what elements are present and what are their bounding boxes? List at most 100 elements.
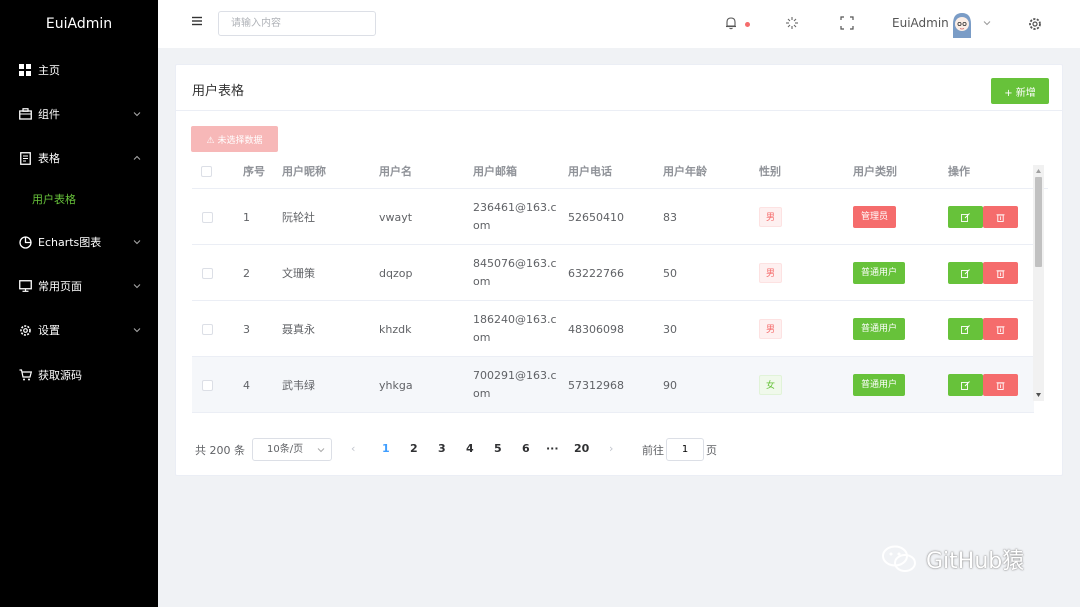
chevron-down-icon[interactable] [982, 18, 992, 28]
prev-page-icon[interactable]: ‹ [351, 442, 355, 455]
select-all-checkbox[interactable] [201, 166, 212, 177]
cell-phone: 63222766 [568, 266, 624, 280]
page-number[interactable]: 4 [466, 442, 474, 455]
batch-delete-button[interactable]: ⚠ 未选择数据 [191, 126, 278, 152]
delete-button[interactable] [983, 374, 1018, 396]
delete-button[interactable] [983, 206, 1018, 228]
col-header[interactable]: 用户电话 [568, 155, 612, 189]
top-header: EuiAdmin [158, 0, 1080, 48]
add-button[interactable]: + 新增 [991, 78, 1049, 104]
col-header[interactable]: 用户昵称 [282, 155, 326, 189]
cell-phone: 48306098 [568, 322, 624, 336]
search-input[interactable] [218, 11, 376, 36]
edit-button[interactable] [948, 262, 983, 284]
delete-button[interactable] [983, 318, 1018, 340]
notification-dot [745, 22, 750, 27]
theme-icon[interactable] [785, 16, 799, 30]
goto-page-input[interactable] [666, 438, 704, 461]
table-row[interactable]: 2 文珊策 dqzop 845076@163.com 63222766 50 男… [192, 245, 1034, 301]
user-type-button[interactable]: 普通用户 [853, 374, 906, 396]
next-page-icon[interactable]: › [609, 442, 613, 455]
scrollbar-thumb[interactable] [1035, 177, 1042, 267]
table-row[interactable]: 3 聂真永 khzdk 186240@163.com 48306098 30 男… [192, 301, 1034, 357]
avatar[interactable] [950, 10, 974, 40]
edit-icon [961, 212, 970, 222]
cell-age: 50 [663, 266, 677, 280]
sidebar-item-common-pages[interactable]: 常用页面 [0, 264, 158, 308]
username[interactable]: EuiAdmin [892, 16, 949, 30]
page-number[interactable]: 3 [438, 442, 446, 455]
hamburger-menu-icon[interactable] [192, 16, 202, 26]
cell-phone: 52650410 [568, 210, 624, 224]
chevron-down-icon [133, 284, 141, 289]
delete-button[interactable] [983, 262, 1018, 284]
col-header[interactable]: 用户类别 [853, 155, 897, 189]
sidebar-item-label: 表格 [38, 152, 60, 165]
row-checkbox[interactable] [202, 267, 213, 279]
user-table: 序号 用户昵称 用户名 用户邮箱 用户电话 用户年龄 性别 用户类别 操作 1 … [192, 155, 1048, 427]
total-count: 共 200 条 [195, 444, 245, 457]
user-type-button[interactable]: 普通用户 [853, 262, 906, 284]
cell-no: 4 [243, 378, 250, 392]
row-checkbox[interactable] [202, 323, 213, 335]
edit-button[interactable] [948, 318, 983, 340]
sidebar-item-tables[interactable]: 表格 [0, 136, 158, 180]
gender-tag: 男 [759, 207, 783, 227]
edit-button[interactable] [948, 206, 983, 228]
page-number[interactable]: 6 [522, 442, 530, 455]
row-checkbox[interactable] [202, 379, 213, 391]
sidebar-item-label: 组件 [38, 108, 60, 121]
cell-email: 236461@163.com [473, 201, 557, 232]
row-checkbox[interactable] [202, 211, 213, 223]
watermark-text: GitHub猿 [926, 549, 1025, 574]
gender-tag: 男 [759, 319, 783, 339]
page-number[interactable]: 5 [494, 442, 502, 455]
cell-email: 845076@163.com [473, 257, 557, 288]
delete-icon: ⚠ [206, 135, 218, 146]
sidebar-item-components[interactable]: 组件 [0, 92, 158, 136]
table-scrollbar[interactable] [1033, 165, 1044, 401]
col-header[interactable]: 序号 [243, 155, 265, 189]
cell-age: 90 [663, 378, 677, 392]
sidebar-item-home[interactable]: 主页 [0, 48, 158, 92]
scroll-up-arrow-icon[interactable] [1035, 167, 1042, 175]
cell-nickname: 阮轮社 [282, 211, 315, 224]
divider [176, 110, 1062, 111]
col-header[interactable]: 用户年龄 [663, 155, 707, 189]
gear-icon[interactable] [1028, 17, 1042, 31]
sidebar-item-echarts[interactable]: Echarts图表 [0, 220, 158, 264]
monitor-icon [18, 279, 32, 293]
watermark: GitHub猿 [880, 543, 1024, 575]
fullscreen-icon[interactable] [840, 16, 854, 30]
cell-username: dqzop [379, 266, 413, 280]
col-header[interactable]: 用户名 [379, 155, 412, 189]
bell-icon[interactable] [724, 16, 738, 30]
chevron-down-icon [317, 448, 325, 453]
col-header[interactable]: 操作 [948, 155, 970, 189]
more-pages-ellipsis[interactable]: ··· [546, 442, 559, 455]
edit-button[interactable] [948, 374, 983, 396]
edit-icon [961, 380, 970, 390]
col-header[interactable]: 性别 [759, 155, 781, 189]
page-number[interactable]: 20 [574, 442, 589, 455]
page-number[interactable]: 1 [382, 442, 390, 455]
user-type-button[interactable]: 普通用户 [853, 318, 906, 340]
cell-username: yhkga [379, 378, 413, 392]
col-header[interactable]: 用户邮箱 [473, 155, 517, 189]
scroll-down-arrow-icon[interactable] [1035, 391, 1042, 399]
trash-icon [996, 213, 1005, 222]
sidebar-item-label: Echarts图表 [38, 236, 102, 249]
sidebar-item-settings[interactable]: 设置 [0, 308, 158, 352]
sidebar-item-get-source[interactable]: 获取源码 [0, 353, 158, 397]
trash-icon [996, 381, 1005, 390]
table-row[interactable]: 1 阮轮社 vwayt 236461@163.com 52650410 83 男… [192, 189, 1034, 245]
gender-tag: 男 [759, 263, 783, 283]
sidebar-subitem-user-table[interactable]: 用户表格 [0, 180, 158, 220]
page-size-select[interactable]: 10条/页 [252, 438, 332, 461]
cell-nickname: 文珊策 [282, 267, 315, 280]
page-number[interactable]: 2 [410, 442, 418, 455]
sidebar-item-label: 常用页面 [38, 280, 82, 293]
user-type-button[interactable]: 管理员 [853, 206, 897, 228]
trash-icon [996, 269, 1005, 278]
table-row[interactable]: 4 武韦绿 yhkga 700291@163.com 57312968 90 女… [192, 357, 1034, 413]
